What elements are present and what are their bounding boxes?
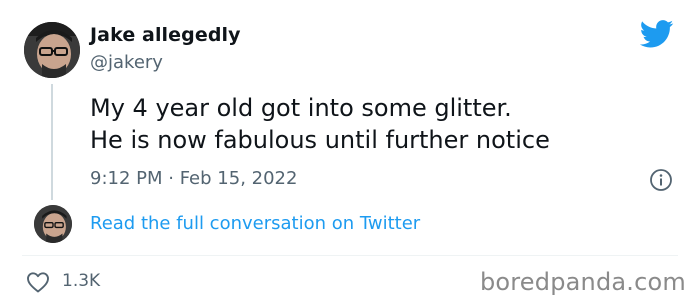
thread-line bbox=[51, 84, 53, 200]
avatar[interactable] bbox=[24, 22, 80, 78]
author-handle[interactable]: @jakery bbox=[90, 52, 163, 73]
divider bbox=[22, 255, 678, 256]
tweet-text-line: He is now fabulous until further notice bbox=[90, 126, 550, 154]
tweet-card: Jake allegedly @jakery My 4 year old got… bbox=[0, 0, 700, 308]
avatar-small[interactable] bbox=[34, 205, 72, 243]
avatar-photo bbox=[34, 205, 72, 243]
heart-icon[interactable] bbox=[26, 271, 50, 293]
tweet-timestamp[interactable]: 9:12 PM · Feb 15, 2022 bbox=[90, 168, 297, 189]
tweet-text: My 4 year old got into some glitter. He … bbox=[90, 92, 550, 156]
read-conversation-link[interactable]: Read the full conversation on Twitter bbox=[90, 213, 420, 234]
like-count[interactable]: 1.3K bbox=[62, 271, 100, 291]
twitter-bird-icon[interactable] bbox=[640, 20, 674, 48]
tweet-text-line: My 4 year old got into some glitter. bbox=[90, 94, 512, 122]
avatar-photo bbox=[24, 22, 80, 78]
info-icon[interactable] bbox=[649, 168, 673, 192]
author-name[interactable]: Jake allegedly bbox=[90, 24, 241, 46]
watermark: boredpanda.com bbox=[479, 268, 686, 296]
